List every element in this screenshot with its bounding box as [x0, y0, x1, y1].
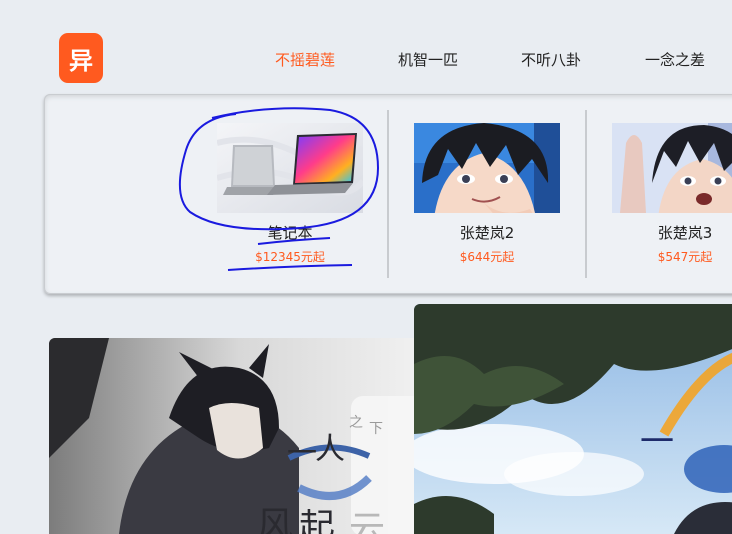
product-price: $12345元起: [255, 250, 325, 264]
banner-title-char: 一: [640, 422, 674, 462]
banner-subtitle-char: 起: [299, 507, 336, 534]
product-price: $644元起: [459, 250, 515, 264]
banner-card[interactable]: 一 人 之 下 风 起 云: [49, 338, 429, 534]
nav-item-buyaobilian[interactable]: 不摇碧莲: [275, 50, 335, 70]
product-name: 张楚岚3: [657, 224, 713, 242]
banner-title-char: 人: [315, 432, 345, 467]
banner-title-char: 一: [287, 436, 317, 471]
product-card-laptop[interactable]: 笔记本 $12345元起: [217, 123, 367, 264]
laptop-image: [217, 123, 363, 213]
nav-item-yinianzhicha[interactable]: 一念之差: [645, 50, 705, 70]
banner-subtitle-char: 风: [257, 505, 294, 534]
nav-item-jizhiyipi[interactable]: 机智一匹: [398, 50, 458, 70]
product-card-zhangchulan3[interactable]: 张楚岚3 $547元起: [612, 123, 732, 264]
divider: [585, 110, 587, 278]
product-price: $547元起: [657, 250, 713, 264]
anime-poster-image: [414, 304, 732, 534]
product-name: 笔记本: [267, 224, 313, 242]
product-name: 张楚岚2: [459, 224, 515, 242]
banner-subtitle-char: 云: [349, 509, 386, 534]
anime-character-image: [612, 123, 732, 213]
banner-title-char: 下: [369, 421, 383, 437]
brand-logo[interactable]: 异: [59, 33, 103, 83]
banner-card[interactable]: 一: [414, 304, 732, 534]
anime-character-image: [414, 123, 560, 213]
product-card-zhangchulan2[interactable]: 张楚岚2 $644元起: [414, 123, 564, 264]
banner-title-char: 之: [349, 415, 363, 431]
divider: [387, 110, 389, 278]
nav-item-butingbagua[interactable]: 不听八卦: [521, 50, 581, 70]
